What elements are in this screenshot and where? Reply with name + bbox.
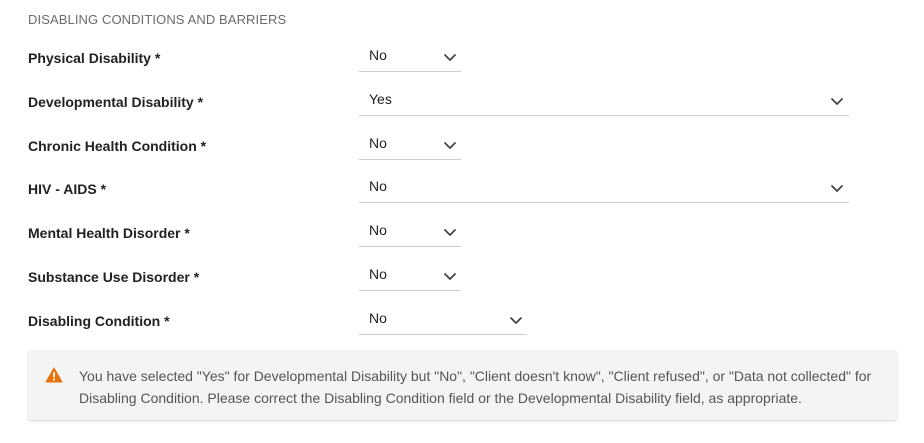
- field-label-developmental-disability: Developmental Disability *: [28, 94, 204, 110]
- field-label-mental-health-disorder: Mental Health Disorder *: [28, 225, 190, 241]
- select-value: No: [369, 310, 387, 326]
- disabling-conditions-form: DISABLING CONDITIONS AND BARRIERS Physic…: [0, 0, 924, 443]
- mental-health-disorder-select[interactable]: No: [359, 217, 461, 247]
- field-row-developmental-disability: Developmental Disability * Yes: [0, 86, 924, 116]
- section-title: DISABLING CONDITIONS AND BARRIERS: [28, 12, 287, 27]
- chevron-down-icon: [443, 138, 457, 152]
- chronic-health-condition-select[interactable]: No: [359, 130, 461, 160]
- field-row-mental-health-disorder: Mental Health Disorder * No: [0, 217, 924, 247]
- select-value: No: [369, 222, 387, 238]
- chevron-down-icon: [509, 313, 523, 327]
- field-label-physical-disability: Physical Disability *: [28, 50, 161, 66]
- select-value: No: [369, 135, 387, 151]
- field-row-hiv-aids: HIV - AIDS * No: [0, 173, 924, 203]
- validation-alert: You have selected "Yes" for Developmenta…: [28, 350, 897, 420]
- substance-use-disorder-select[interactable]: No: [359, 261, 461, 291]
- select-value: No: [369, 178, 387, 194]
- field-label-chronic-health-condition: Chronic Health Condition *: [28, 138, 207, 154]
- chevron-down-icon: [830, 94, 844, 108]
- disabling-condition-select[interactable]: No: [359, 305, 527, 335]
- chevron-down-icon: [830, 181, 844, 195]
- chevron-down-icon: [443, 269, 457, 283]
- field-label-disabling-condition: Disabling Condition *: [28, 313, 170, 329]
- select-value: Yes: [369, 91, 392, 107]
- chevron-down-icon: [443, 50, 457, 64]
- field-row-chronic-health-condition: Chronic Health Condition * No: [0, 130, 924, 160]
- hiv-aids-select[interactable]: No: [359, 173, 849, 203]
- field-label-hiv-aids: HIV - AIDS *: [28, 181, 107, 197]
- field-label-substance-use-disorder: Substance Use Disorder *: [28, 269, 200, 285]
- warning-icon: [45, 367, 63, 383]
- chevron-down-icon: [443, 225, 457, 239]
- field-row-substance-use-disorder: Substance Use Disorder * No: [0, 261, 924, 291]
- select-value: No: [369, 266, 387, 282]
- alert-message: You have selected "Yes" for Developmenta…: [79, 368, 872, 406]
- physical-disability-select[interactable]: No: [359, 42, 461, 72]
- select-value: No: [369, 47, 387, 63]
- field-row-physical-disability: Physical Disability * No: [0, 42, 924, 72]
- developmental-disability-select[interactable]: Yes: [359, 86, 849, 116]
- field-row-disabling-condition: Disabling Condition * No: [0, 305, 924, 335]
